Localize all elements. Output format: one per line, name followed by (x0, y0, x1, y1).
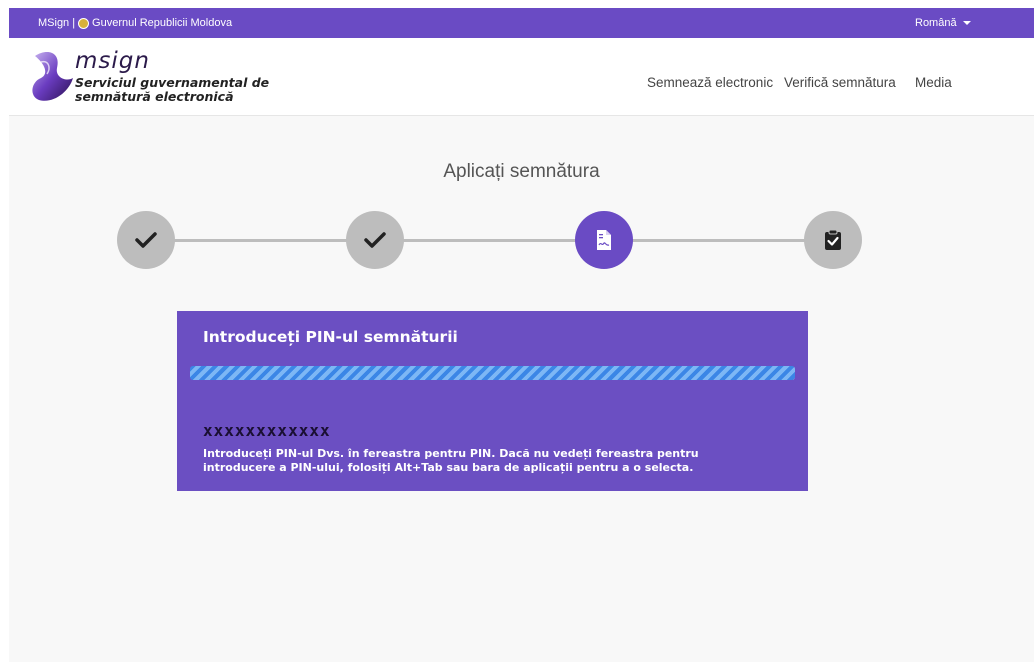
check-icon (364, 232, 386, 248)
step-1 (117, 211, 175, 269)
pin-entry-card: Introduceți PIN-ul semnăturii xxxxxxxxxx… (177, 311, 808, 491)
step-3 (575, 211, 633, 269)
signature-document-icon (597, 230, 611, 250)
page-frame: MSign | Guvernul Republicii Moldova Româ… (9, 8, 1034, 662)
check-icon (135, 232, 157, 248)
pin-instructions: Introduceți PIN-ul Dvs. în fereastra pen… (203, 447, 699, 474)
step-4 (804, 211, 862, 269)
step-2 (346, 211, 404, 269)
card-title: Introduceți PIN-ul semnăturii (203, 328, 458, 346)
clipboard-check-icon (825, 229, 841, 250)
pin-mask: xxxxxxxxxxxx (203, 421, 331, 440)
progress-stepper (9, 8, 1034, 308)
progress-bar (190, 366, 795, 380)
